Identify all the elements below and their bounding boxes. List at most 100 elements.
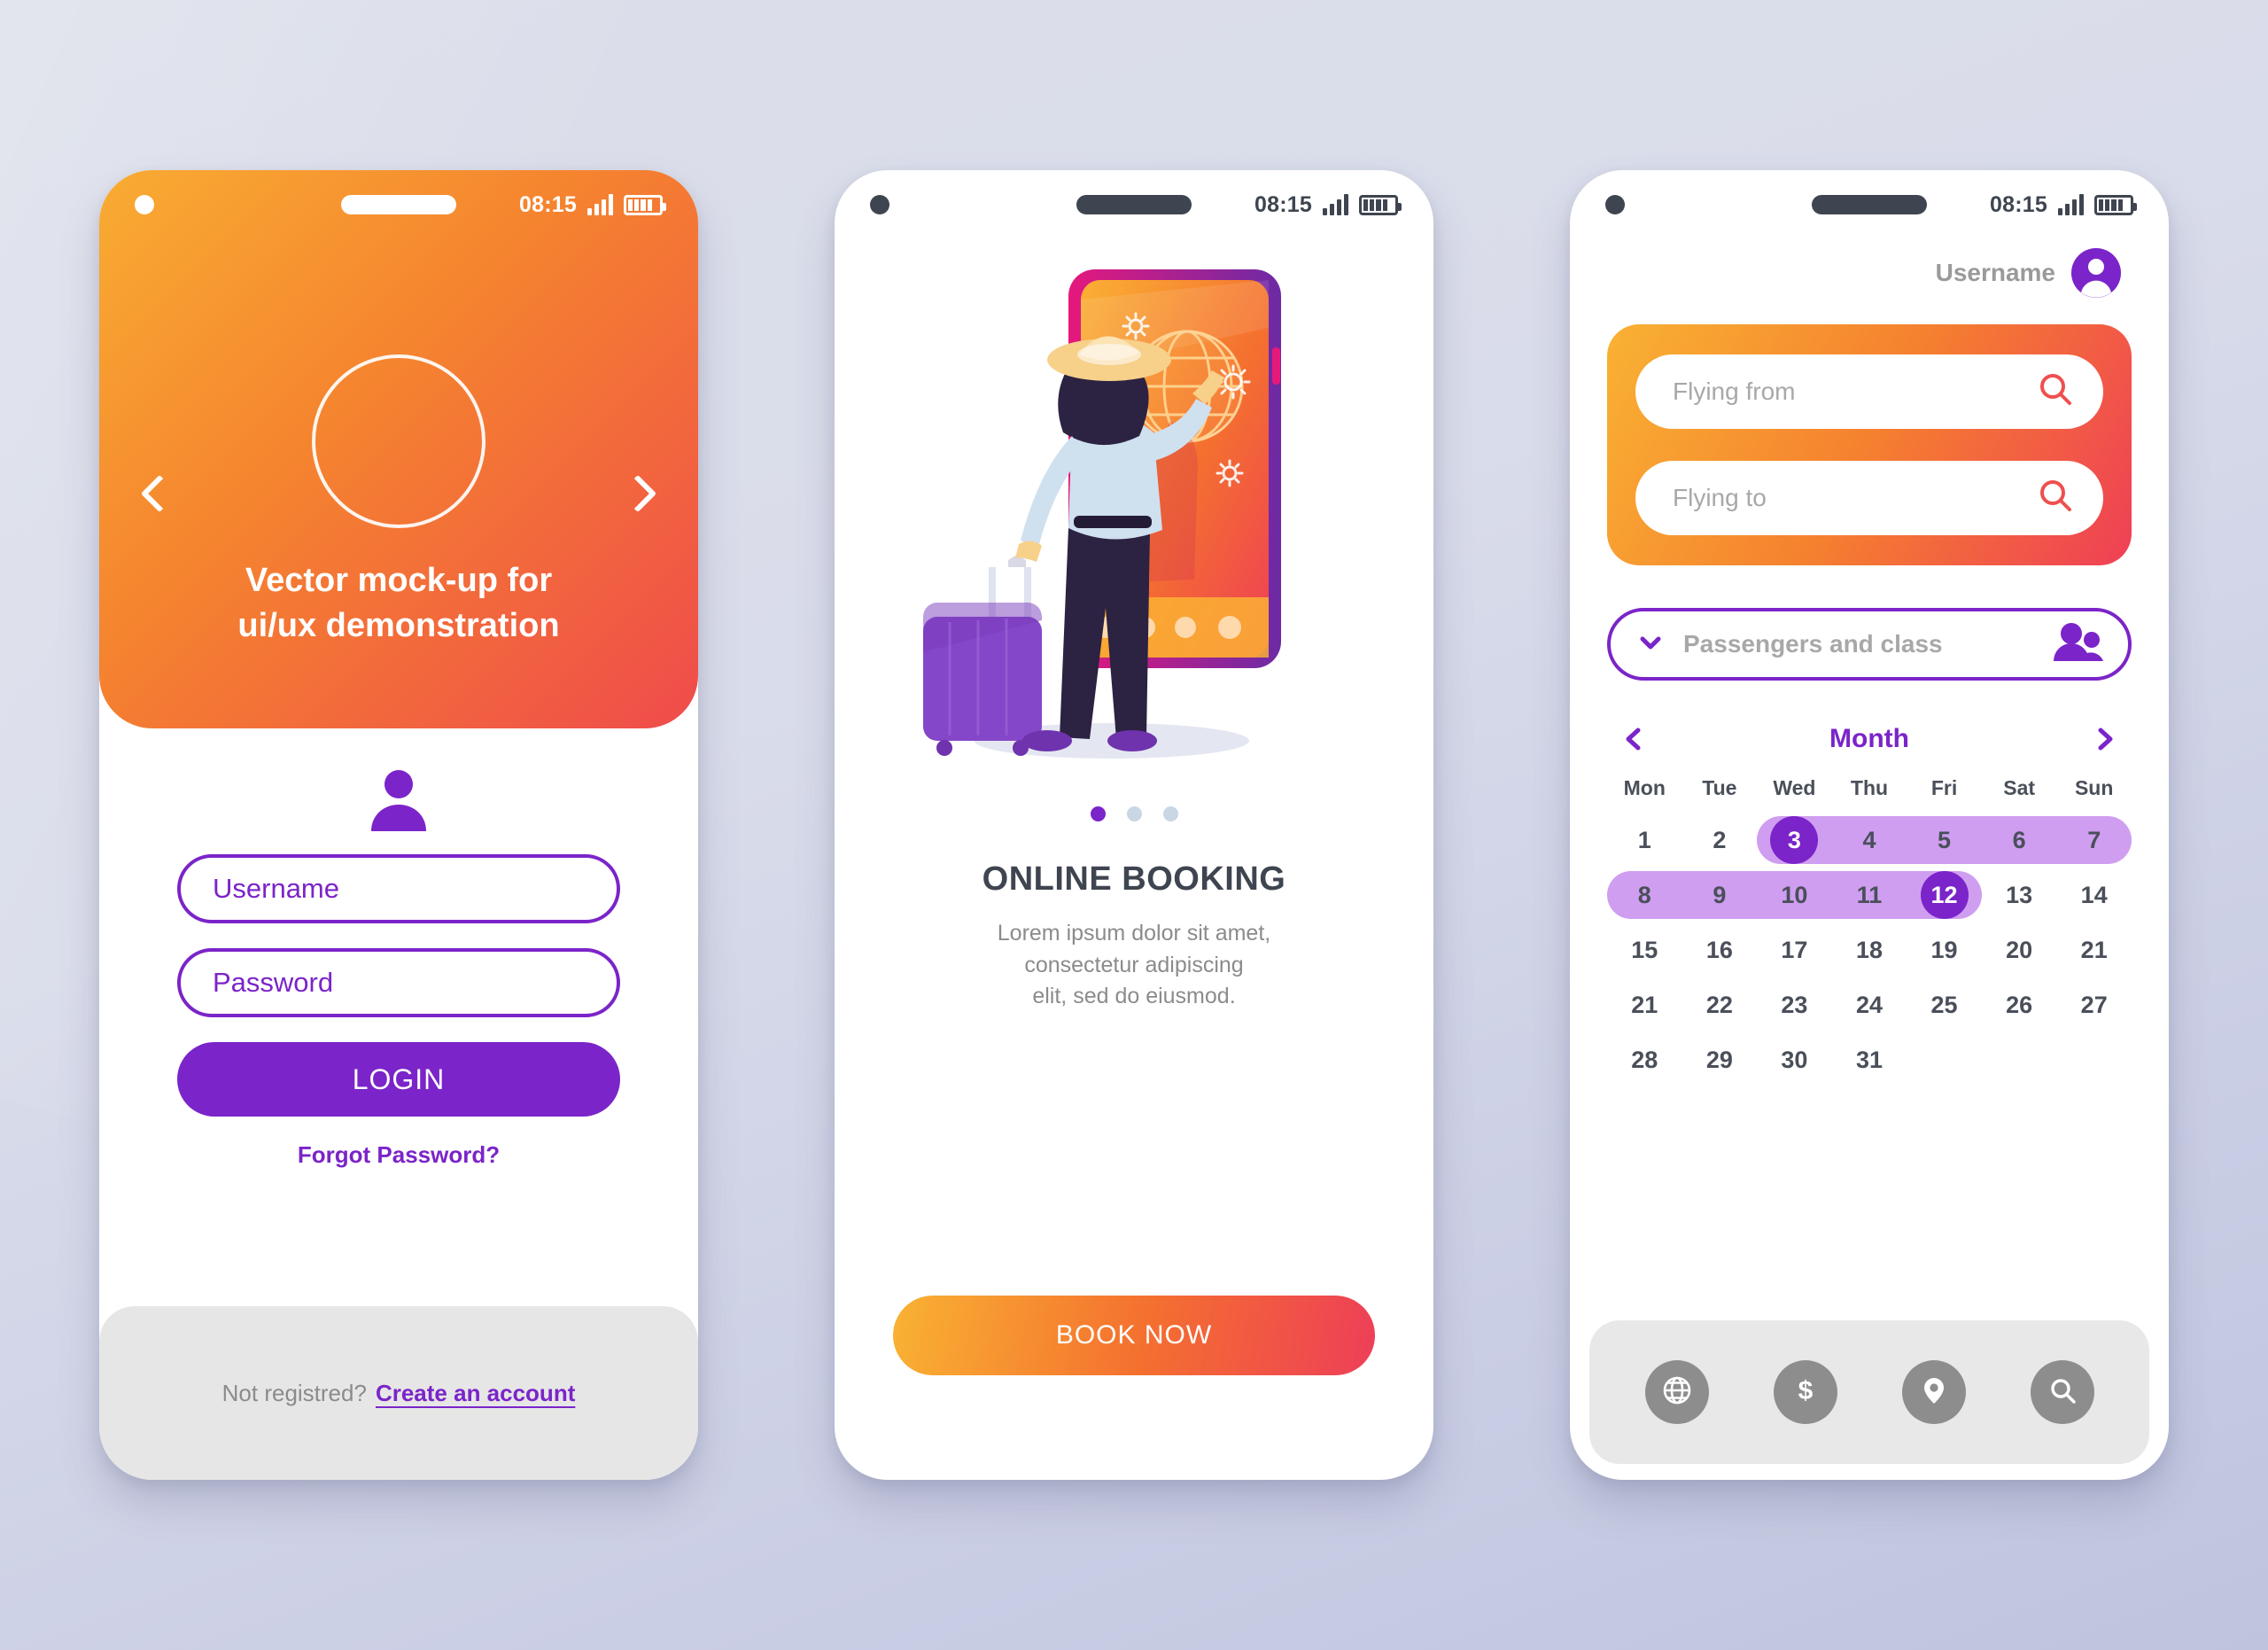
login-form: Username Password LOGIN Forgot Password? bbox=[99, 766, 698, 1169]
flying-to-input[interactable]: Flying to bbox=[1635, 461, 2103, 535]
earpiece-speaker-icon bbox=[1812, 195, 1927, 214]
day-cell[interactable]: 31 bbox=[1832, 1032, 1907, 1087]
day-cell[interactable]: 18 bbox=[1832, 922, 1907, 977]
tab-location-button[interactable] bbox=[1901, 1360, 1966, 1424]
signal-bars-icon bbox=[587, 194, 613, 215]
day-cell[interactable]: 1 bbox=[1607, 813, 1682, 868]
tab-globe-button[interactable] bbox=[1644, 1360, 1709, 1424]
login-button[interactable]: LOGIN bbox=[177, 1042, 620, 1117]
chevron-right-icon bbox=[618, 474, 657, 513]
earpiece-speaker-icon bbox=[341, 195, 456, 214]
tab-price-button[interactable]: $ bbox=[1773, 1360, 1837, 1424]
weekday-fri: Fri bbox=[1930, 776, 1958, 799]
flying-from-input[interactable]: Flying from bbox=[1635, 354, 2103, 429]
day-cell[interactable]: 25 bbox=[1907, 977, 1982, 1032]
book-now-button[interactable]: BOOK NOW bbox=[893, 1296, 1375, 1375]
day-cell[interactable]: 28 bbox=[1607, 1032, 1682, 1087]
day-cell[interactable]: 19 bbox=[1907, 922, 1982, 977]
signal-bars-icon bbox=[1323, 194, 1348, 215]
day-cell[interactable]: 26 bbox=[1982, 977, 2057, 1032]
day-cell[interactable]: 4 bbox=[1830, 813, 1907, 868]
day-cell[interactable]: 21 bbox=[2056, 922, 2132, 977]
mockup-stage: 08:15 Vector mock-up for ui/ux demonstra… bbox=[0, 0, 2268, 1650]
passengers-and-class-select[interactable]: Passengers and class bbox=[1607, 608, 2132, 681]
onboarding-description: Lorem ipsum dolor sit amet, consectetur … bbox=[948, 918, 1320, 1013]
flying-from-value: Flying from bbox=[1673, 377, 1796, 405]
calendar-weekday-header: Mon Tue Wed Thu Fri Sat Sun bbox=[1607, 776, 2132, 800]
day-cell[interactable]: 22 bbox=[1682, 977, 1758, 1032]
circle-outline-placeholder-icon bbox=[312, 354, 485, 528]
day-cell[interactable]: 17 bbox=[1757, 922, 1832, 977]
pager-dot-3[interactable] bbox=[428, 735, 446, 751]
people-icon bbox=[2052, 622, 2103, 667]
username-input[interactable]: Username bbox=[177, 854, 620, 923]
pager-dot-1[interactable] bbox=[352, 735, 369, 751]
day-cell[interactable]: 20 bbox=[1982, 922, 2057, 977]
passengers-and-class-label: Passengers and class bbox=[1683, 630, 1943, 658]
password-input[interactable]: Password bbox=[177, 948, 620, 1017]
account-row[interactable]: Username bbox=[1570, 239, 2169, 298]
search-icon bbox=[2045, 1373, 2080, 1413]
day-cell[interactable]: 10 bbox=[1756, 868, 1833, 922]
flying-to-value: Flying to bbox=[1673, 484, 1767, 511]
weekday-tue: Tue bbox=[1702, 776, 1737, 799]
account-username: Username bbox=[1935, 259, 2055, 286]
tab-search-button[interactable] bbox=[2030, 1360, 2094, 1424]
search-icon[interactable] bbox=[2038, 371, 2073, 413]
day-cell[interactable]: 11 bbox=[1830, 868, 1907, 922]
day-cell[interactable]: 6 bbox=[1980, 813, 2057, 868]
pager-dot-2[interactable] bbox=[1126, 806, 1142, 821]
day-cell[interactable]: 30 bbox=[1757, 1032, 1832, 1087]
calendar-month-label: Month bbox=[1829, 724, 1909, 753]
day-cell[interactable]: 29 bbox=[1682, 1032, 1758, 1087]
user-circle-icon[interactable] bbox=[2071, 248, 2121, 298]
weekday-sun: Sun bbox=[2074, 776, 2114, 799]
battery-icon bbox=[2094, 194, 2137, 215]
day-cell[interactable]: 15 bbox=[1607, 922, 1682, 977]
weekday-thu: Thu bbox=[1850, 776, 1889, 799]
day-cell-range-end[interactable]: 12 bbox=[1906, 868, 1982, 922]
day-cell[interactable]: 2 bbox=[1682, 813, 1758, 868]
carousel-next-button[interactable] bbox=[618, 474, 657, 513]
pager-dot-3[interactable] bbox=[1162, 806, 1178, 821]
day-cell[interactable]: 14 bbox=[2056, 868, 2132, 922]
day-cell[interactable]: 27 bbox=[2056, 977, 2132, 1032]
password-input-value: Password bbox=[213, 967, 334, 998]
calendar: Month Mon Tue Wed Thu Fri Sat Sun 1 2 3 … bbox=[1607, 711, 2132, 1087]
day-cell-empty bbox=[1982, 1032, 2057, 1087]
login-hero-banner: 08:15 Vector mock-up for ui/ux demonstra… bbox=[99, 170, 698, 751]
day-cell[interactable]: 21 bbox=[1607, 977, 1682, 1032]
weekday-wed: Wed bbox=[1773, 776, 1816, 799]
pager-dot-1[interactable] bbox=[1090, 806, 1106, 821]
day-cell[interactable]: 23 bbox=[1757, 977, 1832, 1032]
day-cell[interactable]: 24 bbox=[1832, 977, 1907, 1032]
day-cell[interactable]: 7 bbox=[2055, 813, 2132, 868]
day-cell[interactable]: 5 bbox=[1906, 813, 1983, 868]
weekday-sat: Sat bbox=[2003, 776, 2036, 799]
forgot-password-link[interactable]: Forgot Password? bbox=[177, 1141, 620, 1169]
carousel-prev-button[interactable] bbox=[140, 474, 179, 513]
calendar-prev-button[interactable] bbox=[1607, 726, 1660, 752]
status-bar: 08:15 bbox=[1570, 170, 2169, 239]
day-cell[interactable]: 8 bbox=[1607, 868, 1683, 922]
flight-search-card: Flying from Flying to bbox=[1607, 324, 2132, 565]
front-camera-dot-icon bbox=[135, 195, 154, 214]
register-footer: Not registred? Create an account bbox=[99, 1306, 698, 1480]
calendar-grid: 1 2 3 4 5 6 7 8 9 10 11 12 13 14 15 16 1… bbox=[1607, 813, 2132, 1087]
day-cell[interactable]: 9 bbox=[1681, 868, 1758, 922]
day-cell[interactable]: 13 bbox=[1982, 868, 2057, 922]
earpiece-speaker-icon bbox=[1076, 195, 1192, 214]
calendar-next-button[interactable] bbox=[2078, 726, 2132, 752]
weekday-mon: Mon bbox=[1623, 776, 1666, 799]
phone-flight-search-screen: 08:15 Username Flying from Flying to Pas… bbox=[1570, 170, 2169, 1480]
hero-title-line-1: Vector mock-up for bbox=[245, 562, 553, 599]
chevron-left-icon bbox=[140, 474, 179, 513]
pager-dot-2[interactable] bbox=[390, 735, 408, 751]
search-icon[interactable] bbox=[2038, 478, 2073, 519]
create-account-link[interactable]: Create an account bbox=[376, 1380, 575, 1407]
front-camera-dot-icon bbox=[870, 195, 889, 214]
day-cell[interactable]: 16 bbox=[1682, 922, 1758, 977]
day-cell-range-start[interactable]: 3 bbox=[1757, 813, 1833, 868]
front-camera-dot-icon bbox=[1605, 195, 1625, 214]
signal-bars-icon bbox=[2058, 194, 2084, 215]
